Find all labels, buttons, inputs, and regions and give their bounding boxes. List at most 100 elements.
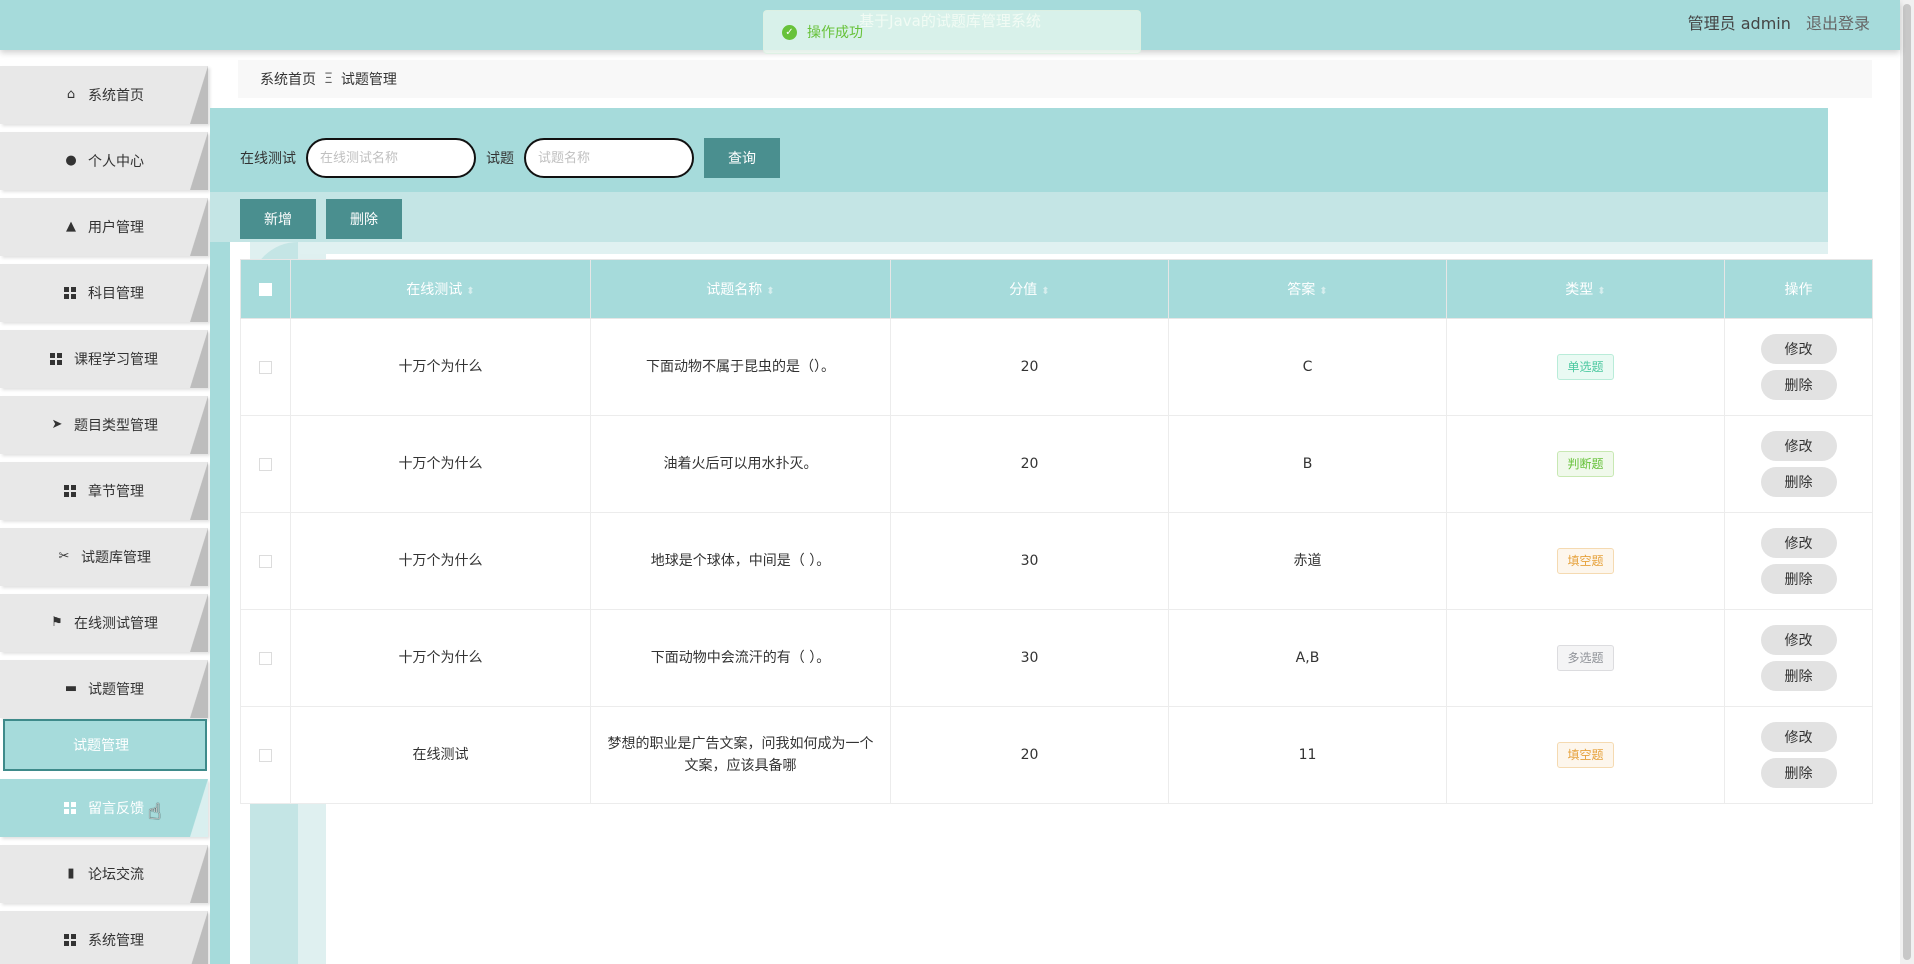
sidebar-item[interactable]: 留言反馈 xyxy=(0,779,208,837)
column-header[interactable]: 在线测试 ⬍ xyxy=(290,259,591,319)
sidebar-item-label: 个人中心 xyxy=(88,154,144,170)
toast-message: 操作成功 xyxy=(807,25,863,41)
question-filter-label: 试题 xyxy=(486,151,514,167)
sidebar-item[interactable]: ➤ 题目类型管理 xyxy=(0,396,208,454)
table-row: 在线测试 梦想的职业是广告文案，问我如何成为一个文案，应该具备哪 20 11 填空题 修改… xyxy=(240,706,1873,804)
query-button[interactable]: 查询 xyxy=(704,138,780,178)
monitor-icon: ▬ xyxy=(64,681,78,696)
score-cell: 30 xyxy=(890,609,1169,707)
row-select-cell xyxy=(240,706,291,804)
select-all-cell xyxy=(240,259,291,319)
score-cell: 20 xyxy=(890,706,1169,804)
user-icon: ● xyxy=(65,153,77,168)
breadcrumb: 系统首页 Ξ 试题管理 xyxy=(238,60,1872,98)
row-select-cell xyxy=(240,512,291,610)
ticket-icon: ✂ xyxy=(58,549,70,564)
sidebar-item[interactable]: ✂ 试题库管理 xyxy=(0,528,208,586)
scrollbar-thumb[interactable] xyxy=(1903,4,1911,960)
logout-link[interactable]: 退出登录 xyxy=(1806,14,1870,33)
type-tag: 填空题 xyxy=(1557,742,1614,768)
answer-cell: C xyxy=(1168,318,1447,416)
column-header[interactable]: 试题名称 ⬍ xyxy=(590,259,891,319)
sidebar-item-label: 论坛交流 xyxy=(88,867,144,883)
table-row: 十万个为什么 地球是个球体，中间是（ ）。 30 赤道 填空题 修改 删除 xyxy=(240,512,1873,610)
column-header[interactable]: 分值 ⬍ xyxy=(890,259,1169,319)
score-cell: 20 xyxy=(890,318,1169,416)
sidebar-item[interactable]: ▲ 用户管理 xyxy=(0,198,208,256)
table-row: 十万个为什么 油着火后可以用水扑灭。 20 B 判断题 修改 删除 xyxy=(240,415,1873,513)
page-scrollbar[interactable] xyxy=(1900,0,1914,964)
sidebar-item[interactable]: 系统管理 xyxy=(0,911,208,964)
edit-button[interactable]: 修改 xyxy=(1760,722,1837,752)
test-name-input[interactable] xyxy=(306,138,476,178)
test-cell: 十万个为什么 xyxy=(290,415,591,513)
column-header[interactable]: 类型 ⬍ xyxy=(1446,259,1725,319)
question-name-cell: 油着火后可以用水扑灭。 xyxy=(590,415,891,513)
operation-cell: 修改 删除 xyxy=(1724,609,1873,707)
row-checkbox[interactable] xyxy=(259,360,272,374)
sidebar-item[interactable]: ⚑ 在线测试管理 xyxy=(0,594,208,652)
edit-button[interactable]: 修改 xyxy=(1760,334,1837,364)
type-tag: 多选题 xyxy=(1557,645,1614,671)
row-select-cell xyxy=(240,609,291,707)
question-name-cell: 下面动物中会流汗的有（ ）。 xyxy=(590,609,891,707)
sidebar-item[interactable]: 章节管理 xyxy=(0,462,208,520)
answer-cell: 11 xyxy=(1168,706,1447,804)
edit-button[interactable]: 修改 xyxy=(1760,625,1837,655)
send-icon: ➤ xyxy=(51,417,63,432)
sort-icon: ⬍ xyxy=(466,286,475,297)
actions-panel xyxy=(210,192,1828,242)
mouse-cursor-icon: ☝ xyxy=(148,800,162,825)
row-checkbox[interactable] xyxy=(259,748,272,762)
sidebar-item-label: 科目管理 xyxy=(88,286,144,302)
row-checkbox[interactable] xyxy=(259,651,272,665)
delete-button[interactable]: 删除 xyxy=(1760,564,1837,594)
edit-button[interactable]: 修改 xyxy=(1760,431,1837,461)
table-row: 十万个为什么 下面动物中会流汗的有（ ）。 30 A,B 多选题 修改 删除 xyxy=(240,609,1873,707)
breadcrumb-current: 试题管理 xyxy=(340,72,397,88)
decoration xyxy=(300,242,1828,254)
batch-delete-button[interactable]: 删除 xyxy=(326,199,402,239)
select-all-checkbox[interactable] xyxy=(259,282,272,296)
sidebar-item[interactable]: ▬ 试题管理 xyxy=(0,660,208,718)
sidebar-item-label: 用户管理 xyxy=(88,220,144,236)
sidebar-item-label: 试题库管理 xyxy=(81,550,151,566)
sidebar-item[interactable]: ▮ 论坛交流 xyxy=(0,845,208,903)
sort-icon: ⬍ xyxy=(1041,286,1050,297)
add-button[interactable]: 新增 xyxy=(240,199,316,239)
breadcrumb-separator: Ξ xyxy=(324,71,333,87)
sidebar-subitem[interactable]: 试题管理 xyxy=(3,719,207,771)
home-icon: ⌂ xyxy=(66,87,76,102)
sort-icon: ⬍ xyxy=(766,286,775,297)
question-name-input[interactable] xyxy=(524,138,694,178)
sidebar-item-label: 在线测试管理 xyxy=(74,616,158,632)
score-cell: 20 xyxy=(890,415,1169,513)
actions-toolbar: 新增 删除 xyxy=(240,199,412,239)
type-cell: 填空题 xyxy=(1446,512,1725,610)
row-checkbox[interactable] xyxy=(259,554,272,568)
score-cell: 30 xyxy=(890,512,1169,610)
question-name-cell: 下面动物不属于昆虫的是（）。 xyxy=(590,318,891,416)
edit-button[interactable]: 修改 xyxy=(1760,528,1837,558)
question-name-cell: 梦想的职业是广告文案，问我如何成为一个文案，应该具备哪 xyxy=(590,706,891,804)
grid-icon xyxy=(64,287,76,299)
delete-button[interactable]: 删除 xyxy=(1760,758,1837,788)
search-form: 在线测试 试题 查询 xyxy=(240,138,780,178)
column-header[interactable]: 答案 ⬍ xyxy=(1168,259,1447,319)
row-checkbox[interactable] xyxy=(259,457,272,471)
user-manage-icon: ▲ xyxy=(66,219,76,234)
sidebar-item-label: 题目类型管理 xyxy=(74,418,158,434)
sidebar-item[interactable]: ⌂ 系统首页 xyxy=(0,66,208,124)
sidebar-item[interactable]: ● 个人中心 xyxy=(0,132,208,190)
sidebar-item[interactable]: 课程学习管理 xyxy=(0,330,208,388)
test-cell: 十万个为什么 xyxy=(290,609,591,707)
sidebar-item[interactable]: 科目管理 xyxy=(0,264,208,322)
type-tag: 填空题 xyxy=(1557,548,1614,574)
delete-button[interactable]: 删除 xyxy=(1760,661,1837,691)
question-name-cell: 地球是个球体，中间是（ ）。 xyxy=(590,512,891,610)
answer-cell: 赤道 xyxy=(1168,512,1447,610)
breadcrumb-home[interactable]: 系统首页 xyxy=(260,69,316,89)
delete-button[interactable]: 删除 xyxy=(1760,467,1837,497)
delete-button[interactable]: 删除 xyxy=(1760,370,1837,400)
type-cell: 判断题 xyxy=(1446,415,1725,513)
